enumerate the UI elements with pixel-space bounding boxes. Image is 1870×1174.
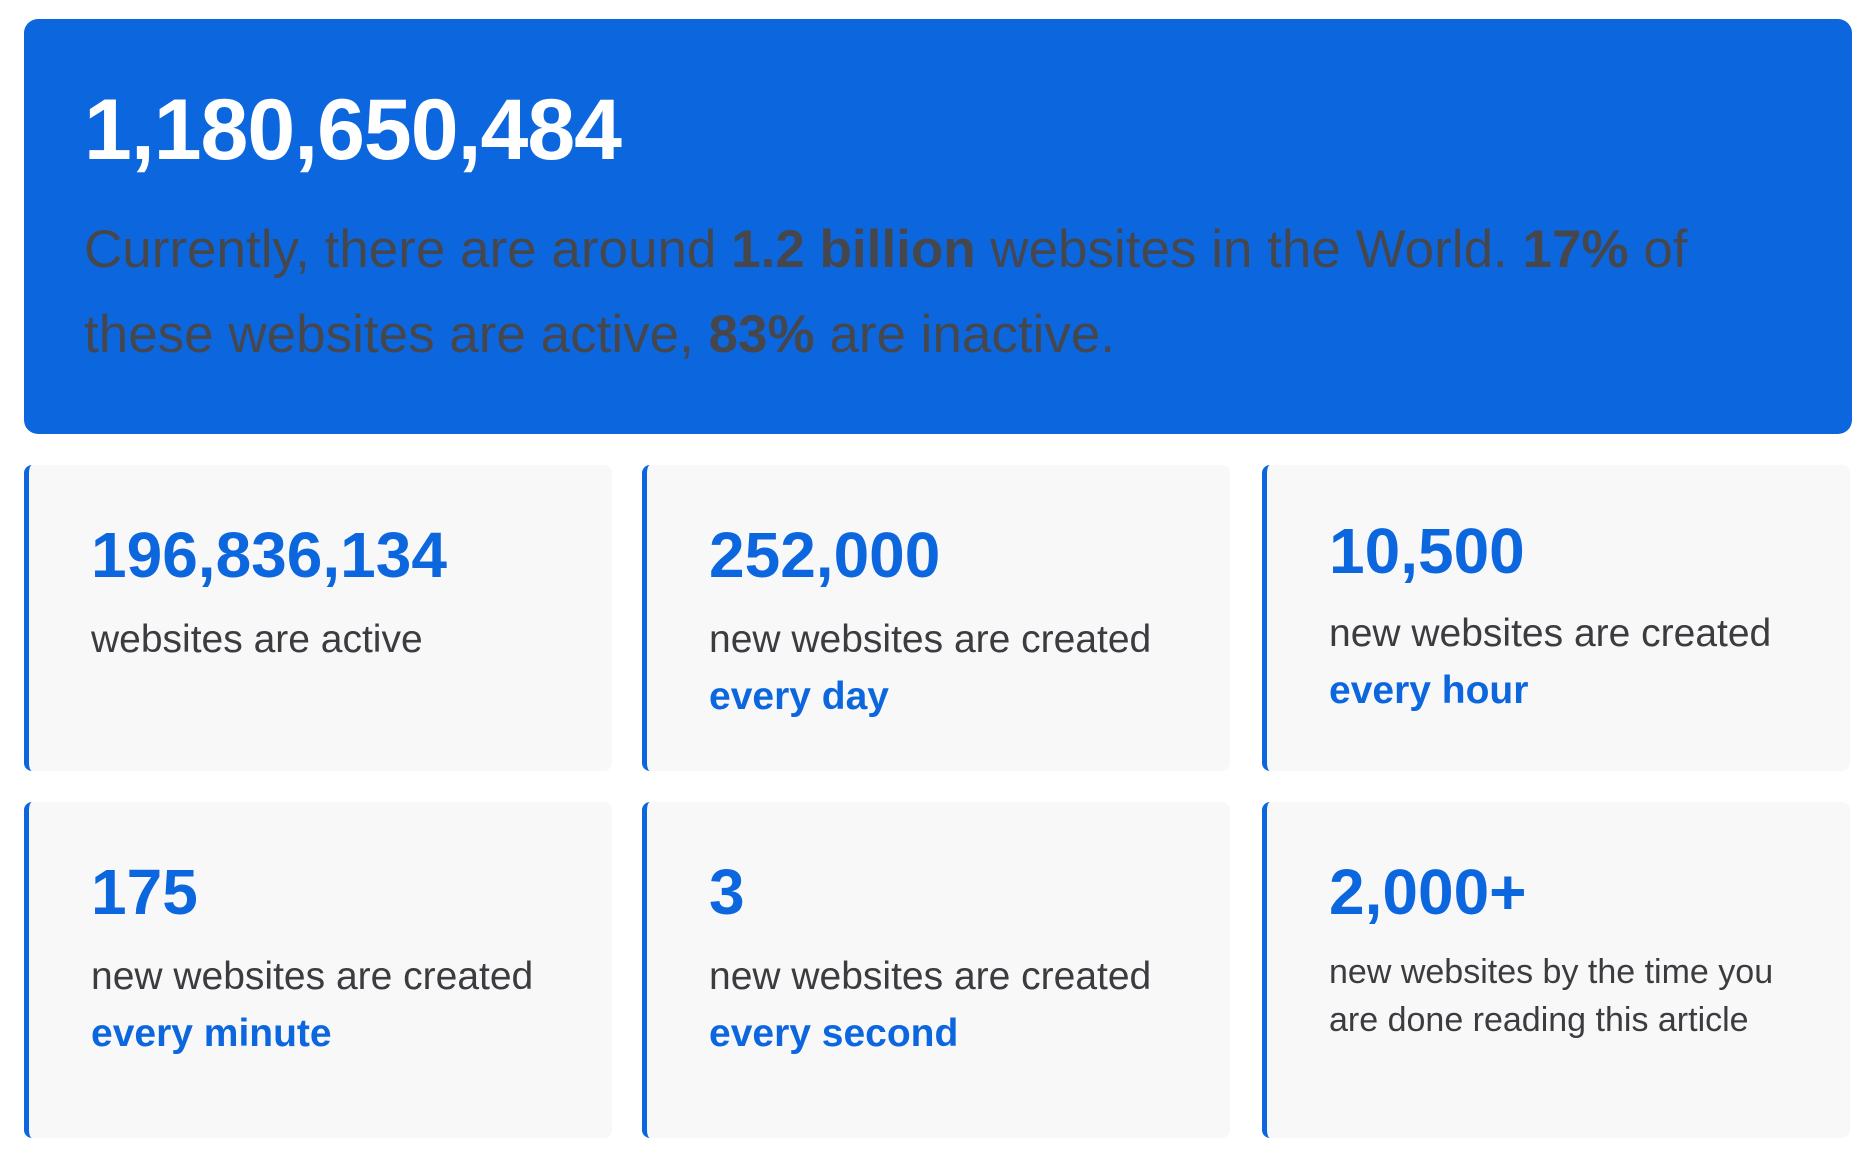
- stat-number: 175: [91, 856, 198, 928]
- stat-card-while-reading: 2,000+ new websites by the time you are …: [1262, 802, 1850, 1138]
- stat-card-per-second: 3 new websites are created every second: [642, 802, 1230, 1138]
- stat-highlight: every minute: [91, 1012, 332, 1055]
- stat-number: 2,000+: [1329, 856, 1527, 928]
- stat-number: 252,000: [709, 519, 941, 591]
- hero-text-part: Currently, there are around: [84, 220, 732, 279]
- stat-highlight: every second: [709, 1012, 959, 1055]
- stat-description: new websites are created every hour: [1329, 605, 1820, 719]
- stat-number: 10,500: [1329, 515, 1525, 587]
- stat-description: new websites by the time you are done re…: [1329, 948, 1820, 1044]
- stat-description: websites are active: [91, 611, 582, 668]
- hero-text-part: are inactive.: [814, 305, 1116, 364]
- stat-highlight: every day: [709, 675, 889, 718]
- hero-bold-active-pct: 17%: [1522, 220, 1629, 279]
- hero-bold-total: 1.2 billion: [731, 220, 976, 279]
- stat-number: 196,836,134: [91, 519, 447, 591]
- stat-desc-text: new websites are created: [91, 955, 534, 998]
- stat-card-per-day: 252,000 new websites are created every d…: [642, 465, 1230, 771]
- stat-description: new websites are created every day: [709, 611, 1200, 725]
- stat-desc-text: websites are active: [91, 618, 423, 661]
- hero-bold-inactive-pct: 83%: [708, 305, 815, 364]
- stat-desc-text: new websites are created: [709, 618, 1152, 661]
- stat-desc-text: new websites by the time you are done re…: [1329, 953, 1774, 1039]
- stat-description: new websites are created every minute: [91, 948, 582, 1062]
- stat-desc-text: new websites are created: [709, 955, 1152, 998]
- hero-summary: Currently, there are around 1.2 billion …: [84, 207, 1792, 377]
- stat-description: new websites are created every second: [709, 948, 1200, 1062]
- hero-banner: 1,180,650,484 Currently, there are aroun…: [24, 19, 1852, 434]
- stat-desc-text: new websites are created: [1329, 612, 1772, 655]
- stat-card-active: 196,836,134 websites are active: [24, 465, 612, 771]
- stat-card-per-hour: 10,500 new websites are created every ho…: [1262, 465, 1850, 771]
- stat-card-per-minute: 175 new websites are created every minut…: [24, 802, 612, 1138]
- total-websites-count: 1,180,650,484: [84, 82, 622, 178]
- stat-number: 3: [709, 856, 745, 928]
- stat-highlight: every hour: [1329, 669, 1529, 712]
- hero-text-part: websites in the World.: [975, 220, 1523, 279]
